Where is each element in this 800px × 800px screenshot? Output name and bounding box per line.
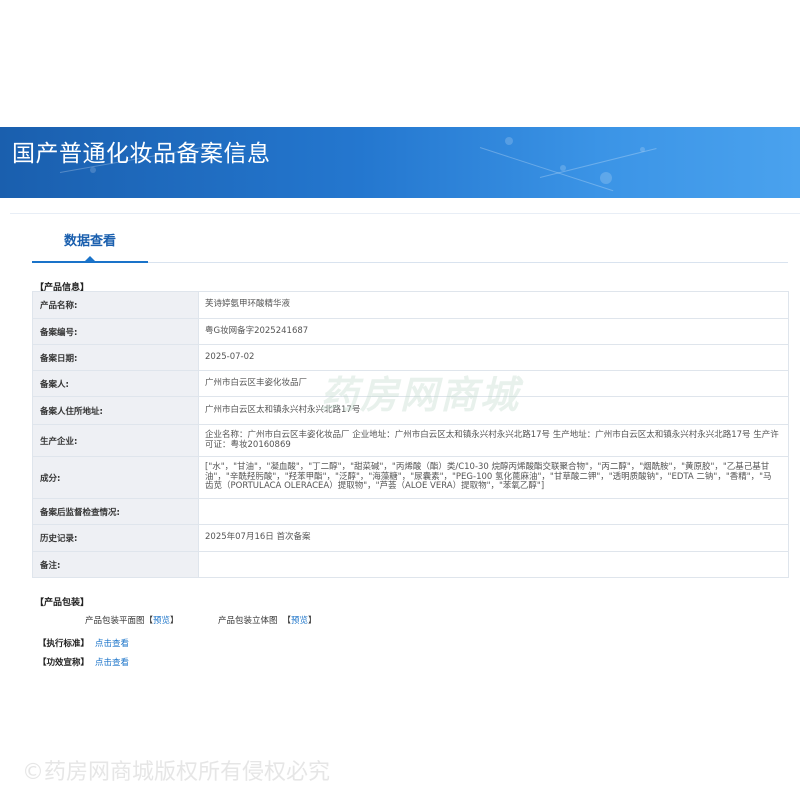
standards-view-link[interactable]: 点击查看 bbox=[95, 639, 129, 649]
table-row: 备注: bbox=[32, 551, 789, 578]
tab-active-indicator bbox=[85, 256, 95, 261]
row-value: 企业名称：广州市白云区丰姿化妆品厂 企业地址：广州市白云区太和镇永兴村永兴北路1… bbox=[198, 424, 789, 457]
packaging-flat-preview-link[interactable]: 预览 bbox=[153, 616, 170, 626]
efficacy-row: 【功效宣称】 点击查看 bbox=[38, 656, 129, 668]
product-info-table: 产品名称: 芙诗婷氨甲环酸精华液 备案编号: 粤G妆网备字2025241687 … bbox=[32, 291, 789, 578]
table-row: 成分: ["水"，"甘油"，"凝血酸"，"丁二醇"，"甜菜碱"，"丙烯酸（酯）类… bbox=[32, 456, 789, 499]
standards-label: 【执行标准】 bbox=[38, 639, 90, 649]
row-key: 备案日期: bbox=[32, 344, 199, 371]
row-value: 芙诗婷氨甲环酸精华液 bbox=[198, 291, 789, 319]
packaging-solid-preview-link[interactable]: 预览 bbox=[291, 616, 308, 626]
row-value bbox=[198, 551, 789, 578]
packaging-solid-label: 产品包装立体图 bbox=[218, 616, 278, 626]
table-row: 生产企业: 企业名称：广州市白云区丰姿化妆品厂 企业地址：广州市白云区太和镇永兴… bbox=[32, 424, 789, 457]
efficacy-view-link[interactable]: 点击查看 bbox=[95, 658, 129, 668]
packaging-solid-item: 产品包装立体图 【预览】 bbox=[218, 614, 317, 626]
page-title: 国产普通化妆品备案信息 bbox=[12, 141, 271, 167]
row-key: 成分: bbox=[32, 456, 199, 499]
bracket-open: 【 bbox=[282, 616, 292, 626]
efficacy-label: 【功效宣称】 bbox=[38, 658, 90, 668]
table-row: 备案人: 广州市白云区丰姿化妆品厂 bbox=[32, 370, 789, 397]
table-row: 历史记录: 2025年07月16日 首次备案 bbox=[32, 524, 789, 552]
packaging-heading: 【产品包装】 bbox=[35, 598, 90, 608]
standards-row: 【执行标准】 点击查看 bbox=[38, 637, 129, 649]
row-value: ["水"，"甘油"，"凝血酸"，"丁二醇"，"甜菜碱"，"丙烯酸（酯）类/C10… bbox=[198, 456, 789, 499]
packaging-flat-item: 产品包装平面图【预览】 bbox=[85, 614, 179, 626]
row-value: 2025-07-02 bbox=[198, 344, 789, 371]
row-value: 粤G妆网备字2025241687 bbox=[198, 318, 789, 345]
tab-bar: 数据查看 bbox=[32, 223, 788, 263]
row-value: 广州市白云区丰姿化妆品厂 bbox=[198, 370, 789, 397]
bracket-open: 【 bbox=[144, 616, 154, 626]
table-row: 备案后监督检查情况: bbox=[32, 498, 789, 525]
row-key: 产品名称: bbox=[32, 291, 199, 319]
table-row: 备案编号: 粤G妆网备字2025241687 bbox=[32, 318, 789, 345]
bracket-close: 】 bbox=[170, 616, 179, 626]
bracket-close: 】 bbox=[308, 616, 317, 626]
packaging-flat-label: 产品包装平面图 bbox=[85, 616, 145, 626]
row-key: 历史记录: bbox=[32, 524, 199, 552]
row-value: 广州市白云区太和镇永兴村永兴北路17号 bbox=[198, 396, 789, 425]
row-key: 备案编号: bbox=[32, 318, 199, 345]
table-row: 产品名称: 芙诗婷氨甲环酸精华液 bbox=[32, 291, 789, 319]
row-value: 2025年07月16日 首次备案 bbox=[198, 524, 789, 552]
row-value bbox=[198, 498, 789, 525]
row-key: 备注: bbox=[32, 551, 199, 578]
row-key: 备案后监督检查情况: bbox=[32, 498, 199, 525]
table-row: 备案日期: 2025-07-02 bbox=[32, 344, 789, 371]
row-key: 生产企业: bbox=[32, 424, 199, 457]
table-row: 备案人住所地址: 广州市白云区太和镇永兴村永兴北路17号 bbox=[32, 396, 789, 425]
row-key: 备案人住所地址: bbox=[32, 396, 199, 425]
row-key: 备案人: bbox=[32, 370, 199, 397]
watermark-copyright: ©药房网商城版权所有侵权必究 bbox=[22, 760, 331, 785]
